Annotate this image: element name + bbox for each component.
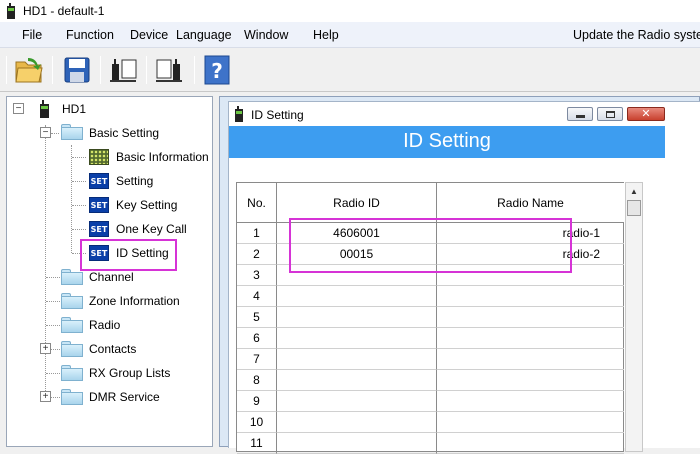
set-icon: SET xyxy=(89,221,109,237)
table-cell-radio-id[interactable] xyxy=(277,349,437,370)
table-cell-radio-id[interactable] xyxy=(277,328,437,349)
table-cell-radio-id[interactable] xyxy=(277,286,437,307)
menu-help[interactable]: Help xyxy=(313,28,339,42)
id-setting-window: ID Setting ✕ ID Setting No. Radio ID Rad… xyxy=(219,96,700,454)
table-cell-no[interactable]: 5 xyxy=(237,307,277,328)
tree-item-setting[interactable]: Setting xyxy=(116,174,153,188)
table-cell-no[interactable]: 10 xyxy=(237,412,277,433)
help-icon[interactable]: ? xyxy=(200,53,234,87)
set-icon: SET xyxy=(89,197,109,213)
column-header-radio-name[interactable]: Radio Name xyxy=(437,183,624,223)
table-cell-no[interactable]: 4 xyxy=(237,286,277,307)
table-cell-no[interactable]: 3 xyxy=(237,265,277,286)
tree-item-basic-information[interactable]: Basic Information xyxy=(116,150,209,164)
set-icon: SET xyxy=(89,173,109,189)
tree-item-key-setting[interactable]: Key Setting xyxy=(116,198,177,212)
folder-icon xyxy=(61,341,83,357)
tree-item-rx-group-lists[interactable]: RX Group Lists xyxy=(89,366,170,380)
tree-root-expander[interactable]: − xyxy=(13,103,24,114)
basic-information-icon xyxy=(89,149,109,165)
minimize-button[interactable] xyxy=(567,107,593,121)
highlight-id-setting xyxy=(80,239,177,271)
table-cell-radio-id[interactable] xyxy=(277,433,437,454)
svg-text:?: ? xyxy=(211,59,223,83)
basic-setting-expander[interactable]: − xyxy=(40,127,51,138)
menu-language[interactable]: Language xyxy=(176,28,232,42)
folder-icon xyxy=(61,269,83,285)
minimize-icon xyxy=(575,115,585,118)
tree-item-contacts[interactable]: Contacts xyxy=(89,342,136,356)
toolbar-separator xyxy=(194,56,195,84)
table-cell-radio-name[interactable] xyxy=(437,328,624,349)
table-cell-radio-name[interactable] xyxy=(437,349,624,370)
menu-function[interactable]: Function xyxy=(66,28,114,42)
table-cell-no[interactable]: 9 xyxy=(237,391,277,412)
tree-item-zone-information[interactable]: Zone Information xyxy=(89,294,180,308)
table-cell-radio-id[interactable] xyxy=(277,412,437,433)
contacts-expander[interactable]: + xyxy=(40,343,51,354)
table-cell-no[interactable]: 2 xyxy=(237,244,277,265)
table-cell-radio-name[interactable] xyxy=(437,370,624,391)
menu-file[interactable]: File xyxy=(22,28,42,42)
menu-window[interactable]: Window xyxy=(244,28,288,42)
tree-item-dmr-service[interactable]: DMR Service xyxy=(89,390,160,404)
column-header-radio-id[interactable]: Radio ID xyxy=(277,183,437,223)
scroll-up-icon[interactable]: ▲ xyxy=(626,183,642,199)
table-cell-radio-id[interactable] xyxy=(277,307,437,328)
table-cell-radio-id[interactable] xyxy=(277,370,437,391)
vertical-scrollbar[interactable]: ▲ xyxy=(625,182,643,452)
column-header-no[interactable]: No. xyxy=(237,183,277,223)
table-cell-no[interactable]: 6 xyxy=(237,328,277,349)
folder-open-icon xyxy=(61,124,83,140)
update-radio-system-link[interactable]: Update the Radio system xyxy=(573,28,700,42)
tree-root-label[interactable]: HD1 xyxy=(62,102,86,116)
write-radio-icon[interactable] xyxy=(152,53,186,87)
radio-device-icon xyxy=(233,106,245,125)
table-cell-no[interactable]: 1 xyxy=(237,223,277,244)
table-cell-radio-id[interactable] xyxy=(277,391,437,412)
radio-device-icon xyxy=(37,100,51,121)
folder-icon xyxy=(61,365,83,381)
toolbar-separator xyxy=(146,56,147,84)
menu-bar: File Function Device Language Window Hel… xyxy=(0,22,700,48)
panel-title: ID Setting xyxy=(251,108,304,122)
toolbar-separator xyxy=(52,56,53,84)
tree-item-channel[interactable]: Channel xyxy=(89,270,134,284)
open-folder-icon[interactable] xyxy=(12,53,46,87)
folder-icon xyxy=(61,293,83,309)
table-cell-radio-name[interactable] xyxy=(437,307,624,328)
window-title: HD1 - default-1 xyxy=(23,4,105,18)
title-bar: HD1 - default-1 xyxy=(0,0,700,22)
navigation-tree: − HD1 − Basic Setting Basic Information … xyxy=(6,96,213,447)
panel-banner: ID Setting xyxy=(229,126,665,158)
tree-item-basic-setting[interactable]: Basic Setting xyxy=(89,126,159,140)
table-cell-radio-name[interactable] xyxy=(437,433,624,454)
maximize-button[interactable] xyxy=(597,107,623,121)
table-cell-radio-name[interactable] xyxy=(437,391,624,412)
toolbar: ? xyxy=(0,48,700,92)
close-icon: ✕ xyxy=(641,108,651,120)
radio-app-icon xyxy=(5,3,17,19)
toolbar-separator xyxy=(6,56,7,84)
dmr-service-expander[interactable]: + xyxy=(40,391,51,402)
folder-icon xyxy=(61,317,83,333)
save-icon[interactable] xyxy=(60,53,94,87)
table-cell-radio-name[interactable] xyxy=(437,286,624,307)
tree-item-radio[interactable]: Radio xyxy=(89,318,120,332)
panel-title-bar: ID Setting ✕ xyxy=(229,102,700,126)
table-cell-no[interactable]: 7 xyxy=(237,349,277,370)
table-cell-no[interactable]: 11 xyxy=(237,433,277,454)
read-radio-icon[interactable] xyxy=(106,53,140,87)
menu-device[interactable]: Device xyxy=(130,28,168,42)
scroll-thumb[interactable] xyxy=(627,200,641,216)
toolbar-separator xyxy=(100,56,101,84)
tree-item-one-key-call[interactable]: One Key Call xyxy=(116,222,187,236)
folder-icon xyxy=(61,389,83,405)
table-cell-no[interactable]: 8 xyxy=(237,370,277,391)
highlight-radio-rows xyxy=(289,218,572,273)
table-cell-radio-name[interactable] xyxy=(437,412,624,433)
maximize-icon xyxy=(605,110,615,118)
close-button[interactable]: ✕ xyxy=(627,107,665,121)
